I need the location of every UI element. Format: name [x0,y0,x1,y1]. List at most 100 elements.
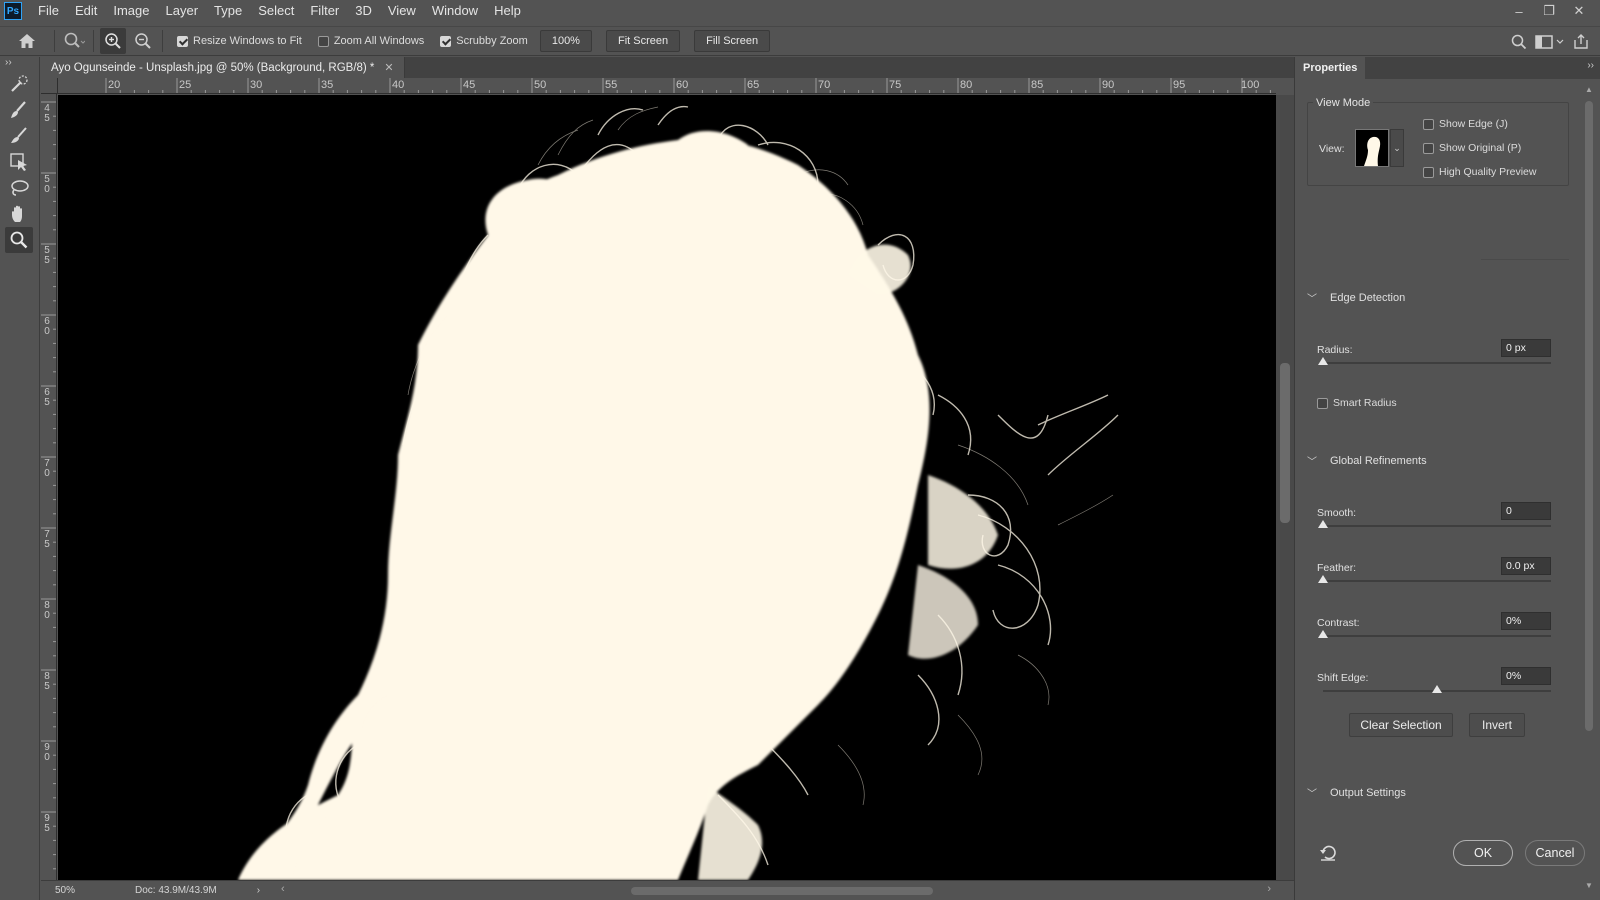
feather-slider[interactable] [1323,580,1551,582]
smooth-input[interactable]: 0 [1501,502,1551,520]
home-icon[interactable] [14,28,40,54]
menu-image[interactable]: Image [105,0,157,22]
separator [54,30,55,52]
ruler-label: 70 [818,79,831,91]
high-quality-preview-checkbox[interactable]: High Quality Preview [1423,166,1536,178]
menu-select[interactable]: Select [250,0,302,22]
menu-view[interactable]: View [380,0,424,22]
menu-3d[interactable]: 3D [347,0,380,22]
ruler-label: 45 [44,103,50,124]
collapse-icon[interactable]: ›› [0,57,39,71]
zoom-100-button[interactable]: 100% [539,30,592,52]
minimize-icon[interactable]: – [1504,4,1534,19]
app-logo[interactable]: Ps [4,2,22,20]
ruler-label: 90 [1102,79,1115,91]
lasso-icon[interactable] [5,175,33,201]
output-settings-header[interactable]: ﹀ Output Settings [1307,785,1406,801]
vertical-scroll-thumb[interactable] [1280,363,1290,523]
feather-input[interactable]: 0.0 px [1501,557,1551,575]
fit-screen-button[interactable]: Fit Screen [605,30,681,52]
restore-icon[interactable]: ❐ [1534,3,1564,19]
high-quality-preview-check[interactable] [1423,166,1434,178]
shift-edge-slider-thumb[interactable] [1432,685,1442,693]
ruler-label: 25 [179,79,192,91]
show-edge-check[interactable] [1423,118,1434,130]
menu-file[interactable]: File [30,0,67,22]
menu-layer[interactable]: Layer [158,0,207,22]
object-selection-icon[interactable] [5,149,33,175]
feather-slider-thumb[interactable] [1318,575,1328,583]
scrubby-zoom-checkbox[interactable]: Scrubby Zoom [440,35,528,47]
scroll-up-icon[interactable]: ▲ [1585,85,1593,94]
menu-type[interactable]: Type [206,0,250,22]
scrubby-zoom-check[interactable] [440,35,452,47]
scroll-down-icon[interactable]: ▼ [1585,881,1593,890]
resize-windows-checkbox[interactable]: Resize Windows to Fit [177,35,302,47]
reset-icon[interactable] [1317,842,1339,864]
workspace-icon[interactable] [1532,29,1568,55]
zoom-all-windows-check[interactable] [317,35,329,47]
contrast-input[interactable]: 0% [1501,612,1551,630]
panel-collapse-icon[interactable]: ›› [1587,60,1594,71]
feather-label: Feather: [1317,562,1357,574]
smart-radius-check[interactable] [1317,397,1328,409]
properties-tab[interactable]: Properties [1295,57,1366,79]
close-tab-icon[interactable]: ✕ [384,61,393,74]
global-refinements-header[interactable]: ﹀ Global Refinements [1307,453,1427,469]
fill-screen-button[interactable]: Fill Screen [694,30,771,52]
smooth-slider-thumb[interactable] [1318,520,1328,528]
zoom-out-icon[interactable] [130,28,156,54]
menu-filter[interactable]: Filter [302,0,347,22]
ruler-label: 65 [747,79,760,91]
share-icon[interactable] [1568,29,1594,55]
cancel-button[interactable]: Cancel [1525,840,1585,866]
refine-edge-brush-icon[interactable] [5,97,33,123]
smooth-slider[interactable] [1323,525,1551,527]
scrubby-zoom-label: Scrubby Zoom [456,35,528,47]
document-tab-bar: Ayo Ogunseinde - Unsplash.jpg @ 50% (Bac… [41,57,1294,78]
scroll-left-icon[interactable]: ‹ [281,883,285,895]
menu-edit[interactable]: Edit [67,0,105,22]
menu-window[interactable]: Window [424,0,486,22]
scroll-right-icon[interactable]: › [1267,883,1271,895]
ruler-corner [41,78,58,94]
zoom-level[interactable]: 50% [41,885,85,896]
canvas[interactable] [58,95,1276,880]
canvas-vertical-scrollbar[interactable] [1276,95,1294,880]
zoom-tool-icon[interactable] [61,28,87,54]
horizontal-scroll-thumb[interactable] [631,887,933,895]
show-original-check[interactable] [1423,142,1434,154]
contrast-slider-thumb[interactable] [1318,630,1328,638]
radius-input[interactable]: 0 px [1501,339,1551,357]
invert-button[interactable]: Invert [1469,713,1525,737]
show-original-checkbox[interactable]: Show Original (P) [1423,142,1521,154]
zoom-in-icon[interactable] [100,28,126,54]
status-bar: 50% Doc: 43.9M/43.9M › ‹ › [41,880,1294,900]
properties-scrollbar[interactable]: ▲ ▼ [1584,85,1594,890]
canvas-horizontal-scrollbar[interactable]: ‹ › [281,883,1271,897]
status-menu-arrow-icon[interactable]: › [257,885,260,896]
show-edge-checkbox[interactable]: Show Edge (J) [1423,118,1508,130]
zoom-icon[interactable] [5,227,33,253]
ok-button[interactable]: OK [1453,840,1513,866]
shift-edge-input[interactable]: 0% [1501,667,1551,685]
smart-radius-checkbox[interactable]: Smart Radius [1317,397,1397,409]
view-mode-dropdown-icon[interactable]: ⌄ [1390,129,1404,167]
radius-slider-thumb[interactable] [1318,357,1328,365]
brush-icon[interactable] [5,123,33,149]
edge-detection-header[interactable]: ﹀ Edge Detection [1307,290,1405,306]
zoom-all-windows-checkbox[interactable]: Zoom All Windows [317,35,424,47]
close-icon[interactable]: ✕ [1564,3,1594,19]
radius-slider[interactable] [1323,362,1551,364]
view-mode-thumbnail[interactable] [1355,129,1389,167]
ruler-label: 60 [676,79,689,91]
search-icon[interactable] [1506,29,1532,55]
hand-icon[interactable] [5,201,33,227]
contrast-slider[interactable] [1323,635,1551,637]
document-tab[interactable]: Ayo Ogunseinde - Unsplash.jpg @ 50% (Bac… [41,57,405,78]
resize-windows-check[interactable] [177,35,188,47]
properties-scroll-thumb[interactable] [1585,101,1593,731]
quick-selection-icon[interactable] [5,71,33,97]
menu-help[interactable]: Help [486,0,529,22]
clear-selection-button[interactable]: Clear Selection [1349,713,1453,737]
